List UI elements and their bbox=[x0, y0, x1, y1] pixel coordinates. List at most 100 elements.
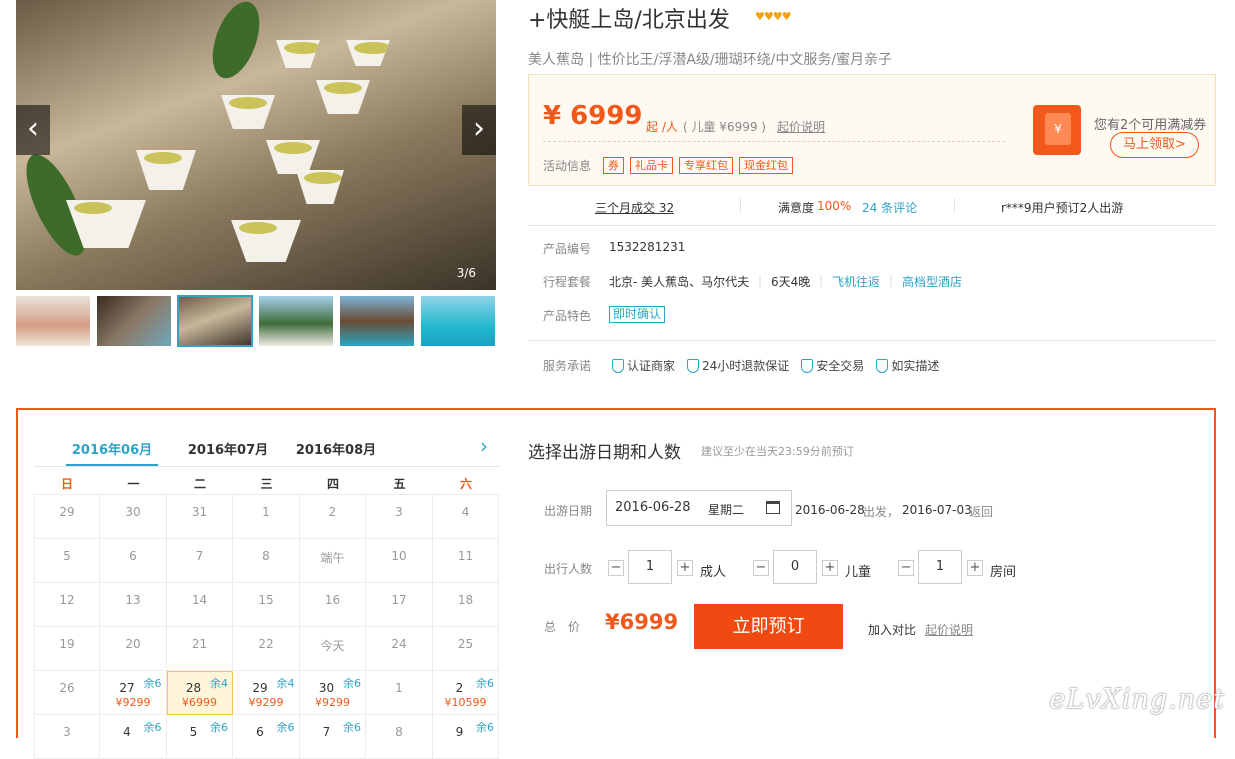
day-number: 1 bbox=[367, 681, 432, 695]
gallery-next-button[interactable]: › bbox=[462, 105, 496, 155]
hotel-link[interactable]: 高档型酒店 bbox=[902, 273, 962, 290]
return-date: 2016-07-03 bbox=[902, 503, 972, 517]
red-envelope-icon: ¥ bbox=[1033, 105, 1081, 155]
calendar-day[interactable]: 7余6 bbox=[300, 715, 366, 759]
satisfaction-label: 满意度 bbox=[778, 199, 814, 216]
food-bowl bbox=[221, 95, 275, 129]
total-price: ¥6999 bbox=[605, 610, 678, 634]
day-number: 17 bbox=[367, 593, 432, 607]
calendar-day[interactable]: 5余6 bbox=[167, 715, 233, 759]
add-compare-link[interactable]: 加入对比 bbox=[868, 621, 916, 638]
child-plus-button[interactable]: + bbox=[822, 560, 838, 576]
calendar-day: 17 bbox=[367, 583, 433, 627]
date-input[interactable]: 2016-06-28 星期二 bbox=[606, 490, 792, 526]
book-now-button[interactable]: 立即预订 bbox=[694, 604, 843, 649]
child-minus-button[interactable]: − bbox=[753, 560, 769, 576]
day-number: 14 bbox=[167, 593, 232, 607]
people-label: 出行人数 bbox=[544, 560, 592, 577]
thumbnail[interactable] bbox=[340, 296, 414, 346]
stats-bar: 三个月成交 32 满意度 100% 24 条评论 r***9用户预订2人出游 bbox=[528, 188, 1216, 224]
calendar-day: 26 bbox=[34, 671, 100, 715]
food-bowl bbox=[266, 140, 320, 174]
total-label: 总 价 bbox=[544, 618, 580, 635]
tab-month-1[interactable]: 2016年06月 bbox=[64, 439, 160, 458]
remaining-seats: 余6 bbox=[277, 719, 295, 735]
tab-month-3[interactable]: 2016年08月 bbox=[288, 439, 384, 458]
calendar-day: 22 bbox=[234, 627, 300, 671]
calendar-day: 30 bbox=[101, 495, 167, 539]
day-number: 3 bbox=[367, 505, 432, 519]
calendar-day: 18 bbox=[433, 583, 499, 627]
calendar-day[interactable]: 4余6 bbox=[101, 715, 167, 759]
calendar-day[interactable]: 29余4¥9299 bbox=[234, 671, 300, 715]
exclusive-redpacket-tag[interactable]: 专享红包 bbox=[679, 157, 733, 174]
next-month-chevron-icon[interactable]: › bbox=[480, 434, 488, 458]
weekday-4: 四 bbox=[300, 475, 366, 492]
calendar-day-selected[interactable]: 28余4¥6999 bbox=[167, 671, 233, 715]
thumbnail[interactable] bbox=[259, 296, 333, 346]
date-label: 出游日期 bbox=[544, 502, 592, 519]
weekday-0: 日 bbox=[34, 475, 100, 492]
rating-diamonds-icon: ♥♥♥♥ bbox=[755, 10, 790, 23]
day-number: 8 bbox=[234, 549, 299, 563]
adult-count-input[interactable]: 1 bbox=[628, 550, 672, 584]
thumbnail[interactable] bbox=[421, 296, 495, 346]
day-number: 18 bbox=[433, 593, 498, 607]
service-item: 24小时退款保证 bbox=[687, 359, 789, 373]
booking-heading: 选择出游日期和人数 bbox=[528, 438, 681, 463]
thumbnail[interactable] bbox=[16, 296, 90, 346]
calendar-day[interactable]: 30余6¥9299 bbox=[300, 671, 366, 715]
food-bowl bbox=[346, 40, 390, 66]
room-count-input[interactable]: 1 bbox=[918, 550, 962, 584]
calendar-day[interactable]: 2余6¥10599 bbox=[433, 671, 499, 715]
price-unit: 起 /人 bbox=[646, 118, 678, 135]
room-minus-button[interactable]: − bbox=[898, 560, 914, 576]
weekday-1: 一 bbox=[101, 475, 167, 492]
claim-coupon-button[interactable]: 马上领取> bbox=[1110, 132, 1199, 158]
calendar-day[interactable]: 9余6 bbox=[433, 715, 499, 759]
chevron-right-icon: › bbox=[473, 111, 485, 146]
activity-tags: 券礼品卡专享红包现金红包 bbox=[603, 157, 799, 174]
remaining-seats: 余6 bbox=[476, 719, 494, 735]
divider bbox=[528, 225, 1216, 226]
food-bowl bbox=[136, 150, 196, 190]
depart-date: 2016-06-28 bbox=[795, 503, 865, 517]
depart-word: 出发， bbox=[863, 503, 899, 520]
remaining-seats: 余6 bbox=[476, 675, 494, 691]
giftcard-tag[interactable]: 礼品卡 bbox=[630, 157, 673, 174]
tab-month-2[interactable]: 2016年07月 bbox=[180, 439, 276, 458]
divider bbox=[740, 198, 741, 214]
calendar-day: 21 bbox=[167, 627, 233, 671]
adult-minus-button[interactable]: − bbox=[608, 560, 624, 576]
day-number: 25 bbox=[433, 637, 498, 651]
thumbnail-selected[interactable] bbox=[178, 296, 252, 346]
cash-redpacket-tag[interactable]: 现金红包 bbox=[739, 157, 793, 174]
price: ¥ 6999 bbox=[543, 101, 643, 131]
coupon-tag[interactable]: 券 bbox=[603, 157, 624, 174]
calendar-day[interactable]: 27余6¥9299 bbox=[101, 671, 167, 715]
watermark: eLvXing.net bbox=[1050, 684, 1226, 715]
calendar-day[interactable]: 6余6 bbox=[234, 715, 300, 759]
price-note-link[interactable]: 起价说明 bbox=[777, 118, 825, 135]
food-bowl bbox=[296, 170, 344, 204]
weekday-header: 日一二三四五六 bbox=[34, 472, 500, 494]
day-number: 21 bbox=[167, 637, 232, 651]
shield-check-icon bbox=[801, 359, 813, 373]
adult-plus-button[interactable]: + bbox=[677, 560, 693, 576]
day-price: ¥9299 bbox=[234, 696, 299, 709]
calendar-day: 8 bbox=[234, 539, 300, 583]
reviews-link[interactable]: 24 条评论 bbox=[862, 199, 917, 216]
day-number: 16 bbox=[300, 593, 365, 607]
price-note-link-bottom[interactable]: 起价说明 bbox=[925, 621, 973, 638]
calendar-day: 20 bbox=[101, 627, 167, 671]
plant-leaf bbox=[204, 0, 269, 84]
thumbnail[interactable] bbox=[97, 296, 171, 346]
child-count-input[interactable]: 0 bbox=[773, 550, 817, 584]
route: 北京- 美人蕉岛、马尔代夫 bbox=[609, 273, 749, 290]
coupon-text: 您有2个可用满减券 bbox=[1094, 114, 1206, 133]
room-plus-button[interactable]: + bbox=[967, 560, 983, 576]
flight-link[interactable]: 飞机往返 bbox=[832, 273, 880, 290]
calendar-day: 13 bbox=[101, 583, 167, 627]
gallery-prev-button[interactable]: ‹ bbox=[16, 105, 50, 155]
sold-count[interactable]: 三个月成交 32 bbox=[595, 199, 674, 216]
